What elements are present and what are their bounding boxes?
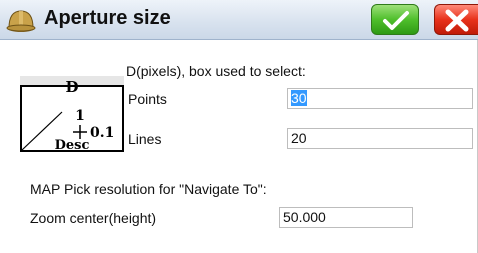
check-icon bbox=[383, 11, 409, 30]
dialog-title: Aperture size bbox=[44, 7, 171, 29]
points-value: 30 bbox=[291, 90, 307, 106]
hard-hat-icon bbox=[6, 10, 36, 32]
zoom-center-input[interactable]: 50.000 bbox=[279, 207, 413, 228]
map-pick-heading: MAP Pick resolution for "Navigate To": bbox=[30, 181, 267, 197]
aperture-heading: D(pixels), box used to select: bbox=[126, 63, 306, 79]
points-input[interactable]: 30 bbox=[287, 88, 473, 109]
diagram-header-text: D bbox=[65, 78, 78, 96]
title-bar: Aperture size bbox=[0, 0, 478, 40]
cancel-button[interactable] bbox=[434, 4, 478, 35]
ok-button[interactable] bbox=[371, 4, 419, 35]
diagram-footer-text: Desc bbox=[55, 138, 90, 152]
lines-input[interactable]: 20 bbox=[287, 128, 473, 149]
diagram-scale-text: 0.1 bbox=[90, 125, 114, 141]
zoom-center-label: Zoom center(height) bbox=[30, 210, 157, 226]
lines-label: Lines bbox=[128, 131, 162, 147]
points-label: Points bbox=[128, 91, 167, 107]
diagram-value-text: 1 bbox=[75, 108, 85, 124]
x-icon bbox=[445, 9, 469, 32]
aperture-size-dialog: Aperture size D 1 0.1 Desc D(pixels), bo… bbox=[0, 0, 478, 253]
aperture-diagram: D 1 0.1 Desc bbox=[20, 76, 124, 152]
